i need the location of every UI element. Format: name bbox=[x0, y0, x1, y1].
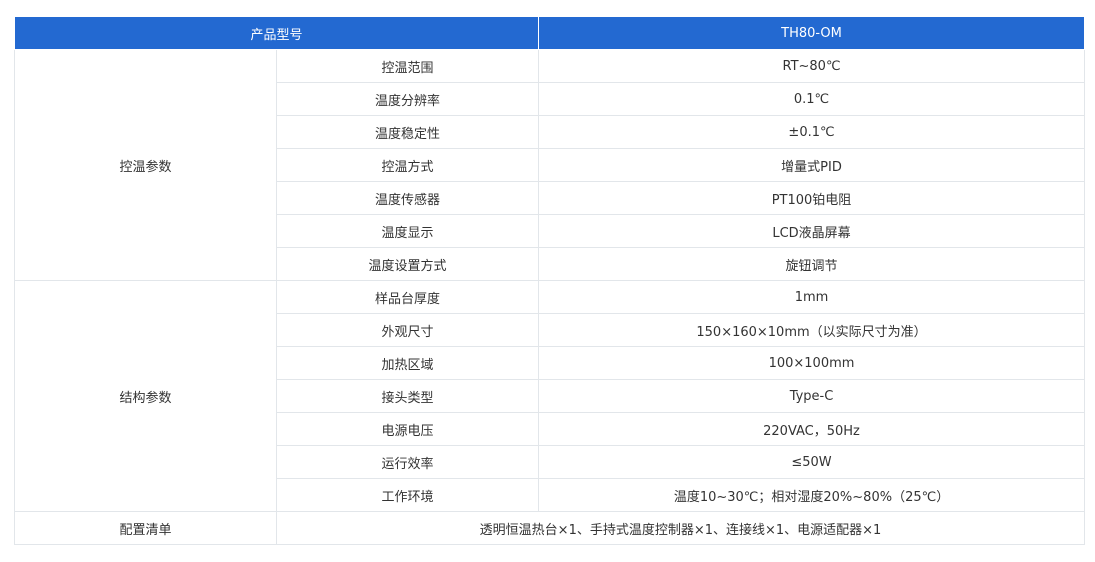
param-label: 运行效率 bbox=[275, 445, 540, 479]
param-value: PT100铂电阻 bbox=[538, 181, 1086, 215]
param-value: ≤50W bbox=[538, 445, 1086, 479]
param-value: RT~80℃ bbox=[538, 49, 1086, 83]
param-label: 样品台厚度 bbox=[275, 280, 540, 314]
spec-table: 产品型号 TH80-OM 控温参数 控温范围 RT~80℃ 温度分辨率 0.1℃… bbox=[13, 16, 1086, 545]
config-row: 配置清单 透明恒温热台×1、手持式温度控制器×1、连接线×1、电源适配器×1 bbox=[14, 511, 1086, 545]
param-value: 旋钮调节 bbox=[538, 247, 1086, 281]
param-label: 温度显示 bbox=[275, 214, 540, 248]
param-value: 150×160×10mm（以实际尺寸为准） bbox=[538, 313, 1086, 347]
param-value: ±0.1℃ bbox=[538, 115, 1086, 149]
param-value: Type-C bbox=[538, 379, 1086, 413]
param-label: 温度稳定性 bbox=[275, 115, 540, 149]
config-label: 配置清单 bbox=[14, 511, 277, 545]
header-row: 产品型号 TH80-OM bbox=[13, 16, 1086, 50]
table-row: 控温参数 控温范围 RT~80℃ bbox=[14, 49, 1086, 281]
param-label: 温度分辨率 bbox=[275, 82, 540, 116]
param-value: 220VAC，50Hz bbox=[538, 412, 1086, 446]
param-label: 外观尺寸 bbox=[275, 313, 540, 347]
model-label: 产品型号 bbox=[13, 16, 540, 50]
param-value: 0.1℃ bbox=[538, 82, 1086, 116]
param-value: 100×100mm bbox=[538, 346, 1086, 380]
param-label: 工作环境 bbox=[275, 478, 540, 512]
group-name: 控温参数 bbox=[14, 49, 277, 281]
model-value: TH80-OM bbox=[538, 16, 1086, 50]
group-name: 结构参数 bbox=[14, 280, 277, 512]
param-label: 接头类型 bbox=[275, 379, 540, 413]
param-label: 加热区域 bbox=[275, 346, 540, 380]
param-value: 增量式PID bbox=[538, 148, 1086, 182]
param-value: 1mm bbox=[538, 280, 1086, 314]
param-value: 温度10~30℃；相对湿度20%~80%（25℃） bbox=[538, 478, 1086, 512]
param-label: 控温范围 bbox=[275, 49, 540, 83]
param-label: 温度传感器 bbox=[275, 181, 540, 215]
param-label: 电源电压 bbox=[275, 412, 540, 446]
param-value: LCD液晶屏幕 bbox=[538, 214, 1086, 248]
param-label: 控温方式 bbox=[275, 148, 540, 182]
table-row: 结构参数 样品台厚度 1mm bbox=[14, 280, 1086, 512]
config-value: 透明恒温热台×1、手持式温度控制器×1、连接线×1、电源适配器×1 bbox=[275, 511, 1086, 545]
param-label: 温度设置方式 bbox=[275, 247, 540, 281]
